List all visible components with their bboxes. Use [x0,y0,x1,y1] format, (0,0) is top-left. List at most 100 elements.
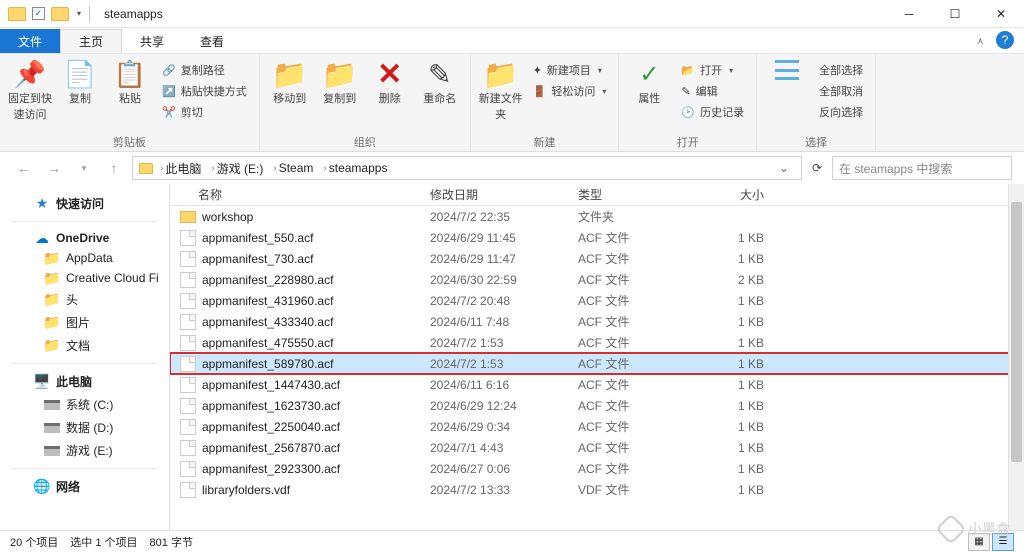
search-placeholder: 在 steamapps 中搜索 [839,160,952,177]
column-headers: 名称 修改日期 类型 大小 [170,184,1024,206]
navigation-pane[interactable]: ★快速访问 ☁OneDrive 📁AppData 📁Creative Cloud… [0,184,170,530]
col-size[interactable]: 大小 [696,186,784,203]
invert-select-button[interactable]: 反向选择 [815,102,867,122]
file-row[interactable]: appmanifest_1447430.acf2024/6/11 6:16ACF… [170,374,1024,395]
nav-drive-e[interactable]: 游戏 (E:) [0,439,169,462]
nav-documents[interactable]: 📁文档 [0,334,169,357]
copyto-button[interactable]: 📁复制到 [318,56,362,106]
new-item-button[interactable]: ✦新建项目▾ [529,60,611,80]
moveto-button[interactable]: 📁移动到 [268,56,312,106]
pin-button[interactable]: 📌固定到快速访问 [8,56,52,122]
qat-checkbox[interactable]: ✓ [32,7,45,20]
scrollbar[interactable] [1008,184,1024,530]
nav-pictures[interactable]: 📁图片 [0,311,169,334]
collapse-ribbon-icon[interactable]: ⋏ [977,36,984,47]
select-all-button-icon[interactable] [765,56,809,80]
copy-path-button[interactable]: 🔗复制路径 [158,60,251,80]
nav-appdata[interactable]: 📁AppData [0,248,169,268]
select-none-button[interactable]: 全部取消 [815,81,867,101]
file-type: ACF 文件 [578,334,696,351]
file-row[interactable]: appmanifest_1623730.acf2024/6/29 12:24AC… [170,395,1024,416]
nav-onedrive[interactable]: ☁OneDrive [0,228,169,248]
window-controls: ─ ☐ ✕ [886,0,1024,28]
close-button[interactable]: ✕ [978,0,1024,28]
file-icon [180,440,196,456]
open-button[interactable]: 📂打开▾ [677,60,748,80]
new-folder-button[interactable]: 📁新建文件夹 [479,56,523,122]
tab-share[interactable]: 共享 [122,29,182,53]
crumb-thispc[interactable]: ›此电脑 [155,157,204,179]
rename-button[interactable]: ✎重命名 [418,56,462,106]
history-button[interactable]: 🕑历史记录 [677,102,748,122]
folder-icon: 📁 [44,293,60,307]
tab-view[interactable]: 查看 [182,29,242,53]
file-row[interactable]: workshop2024/7/2 22:35文件夹 [170,206,1024,227]
folder-icon: 📁 [44,339,60,353]
nav-network[interactable]: 🌐网络 [0,475,169,498]
nav-head[interactable]: 📁头 [0,288,169,311]
refresh-button[interactable]: ⟳ [808,161,826,175]
file-row[interactable]: appmanifest_730.acf2024/6/29 11:47ACF 文件… [170,248,1024,269]
file-type: ACF 文件 [578,355,696,372]
file-name: appmanifest_2923300.acf [202,462,340,476]
col-modified[interactable]: 修改日期 [430,186,578,203]
file-name: appmanifest_2567870.acf [202,441,340,455]
crumb-steamapps[interactable]: ›steamapps [318,157,390,179]
file-row[interactable]: appmanifest_2923300.acf2024/6/27 0:06ACF… [170,458,1024,479]
address-bar[interactable]: ›此电脑 ›游戏 (E:) ›Steam ›steamapps ⌄ [132,156,802,180]
file-row[interactable]: appmanifest_433340.acf2024/6/11 7:48ACF … [170,311,1024,332]
nav-drive-d[interactable]: 数据 (D:) [0,416,169,439]
title-bar: ✓ ▾ steamapps ─ ☐ ✕ [0,0,1024,28]
ribbon: 📌固定到快速访问 📄复制 📋粘贴 🔗复制路径 ↗️粘贴快捷方式 ✂️剪切 剪贴板… [0,54,1024,152]
nav-creative[interactable]: 📁Creative Cloud Fi [0,268,169,288]
recent-dropdown-icon[interactable]: ▾ [72,156,96,180]
nav-thispc[interactable]: 🖥️此电脑 [0,370,169,393]
file-type: VDF 文件 [578,481,696,498]
file-name: appmanifest_433340.acf [202,315,333,329]
col-name[interactable]: 名称 [170,186,430,203]
file-row[interactable]: appmanifest_589780.acf2024/7/2 1:53ACF 文… [170,353,1024,374]
paste-button[interactable]: 📋粘贴 [108,56,152,106]
file-row[interactable]: appmanifest_2567870.acf2024/7/1 4:43ACF … [170,437,1024,458]
search-input[interactable]: 在 steamapps 中搜索 [832,156,1012,180]
crumb-steam[interactable]: ›Steam [268,157,316,179]
qat: ✓ ▾ [0,6,92,22]
easy-access-button[interactable]: 🚪轻松访问▾ [529,81,611,101]
nav-drive-c[interactable]: 系统 (C:) [0,393,169,416]
file-row[interactable]: appmanifest_550.acf2024/6/29 11:45ACF 文件… [170,227,1024,248]
delete-button[interactable]: ✕删除 [368,56,412,106]
cut-button[interactable]: ✂️剪切 [158,102,251,122]
minimize-button[interactable]: ─ [886,0,932,28]
file-row[interactable]: libraryfolders.vdf2024/7/2 13:33VDF 文件1 … [170,479,1024,500]
edit-button[interactable]: ✎编辑 [677,81,748,101]
copy-button[interactable]: 📄复制 [58,56,102,106]
file-row[interactable]: appmanifest_431960.acf2024/7/2 20:48ACF … [170,290,1024,311]
new-folder-icon: 📁 [485,60,517,88]
forward-button[interactable]: → [42,156,66,180]
tab-file[interactable]: 文件 [0,29,60,53]
qat-folder-icon[interactable] [51,7,69,21]
up-button[interactable]: ↑ [102,156,126,180]
tab-home[interactable]: 主页 [60,29,122,53]
qat-dropdown-icon[interactable]: ▾ [77,9,81,18]
file-row[interactable]: appmanifest_2250040.acf2024/6/29 0:34ACF… [170,416,1024,437]
col-type[interactable]: 类型 [578,186,696,203]
properties-button[interactable]: ✓属性 [627,56,671,106]
nav-quickaccess[interactable]: ★快速访问 [0,192,169,215]
file-row[interactable]: appmanifest_475550.acf2024/7/2 1:53ACF 文… [170,332,1024,353]
status-bar: 20 个项目 选中 1 个项目 801 字节 ▦ ☰ [0,530,1024,552]
maximize-button[interactable]: ☐ [932,0,978,28]
file-type: ACF 文件 [578,271,696,288]
file-row[interactable]: appmanifest_228980.acf2024/6/30 22:59ACF… [170,269,1024,290]
crumb-drive[interactable]: ›游戏 (E:) [206,157,266,179]
address-dropdown-icon[interactable]: ⌄ [773,161,795,175]
file-size: 1 KB [696,441,784,455]
select-all-button[interactable]: 全部选择 [815,60,867,80]
sparkle-icon: ✦ [533,64,542,77]
back-button[interactable]: ← [12,156,36,180]
file-name: libraryfolders.vdf [202,483,290,497]
paste-shortcut-button[interactable]: ↗️粘贴快捷方式 [158,81,251,101]
help-icon[interactable]: ? [996,31,1014,49]
scrollbar-thumb[interactable] [1011,202,1022,462]
file-size: 1 KB [696,357,784,371]
